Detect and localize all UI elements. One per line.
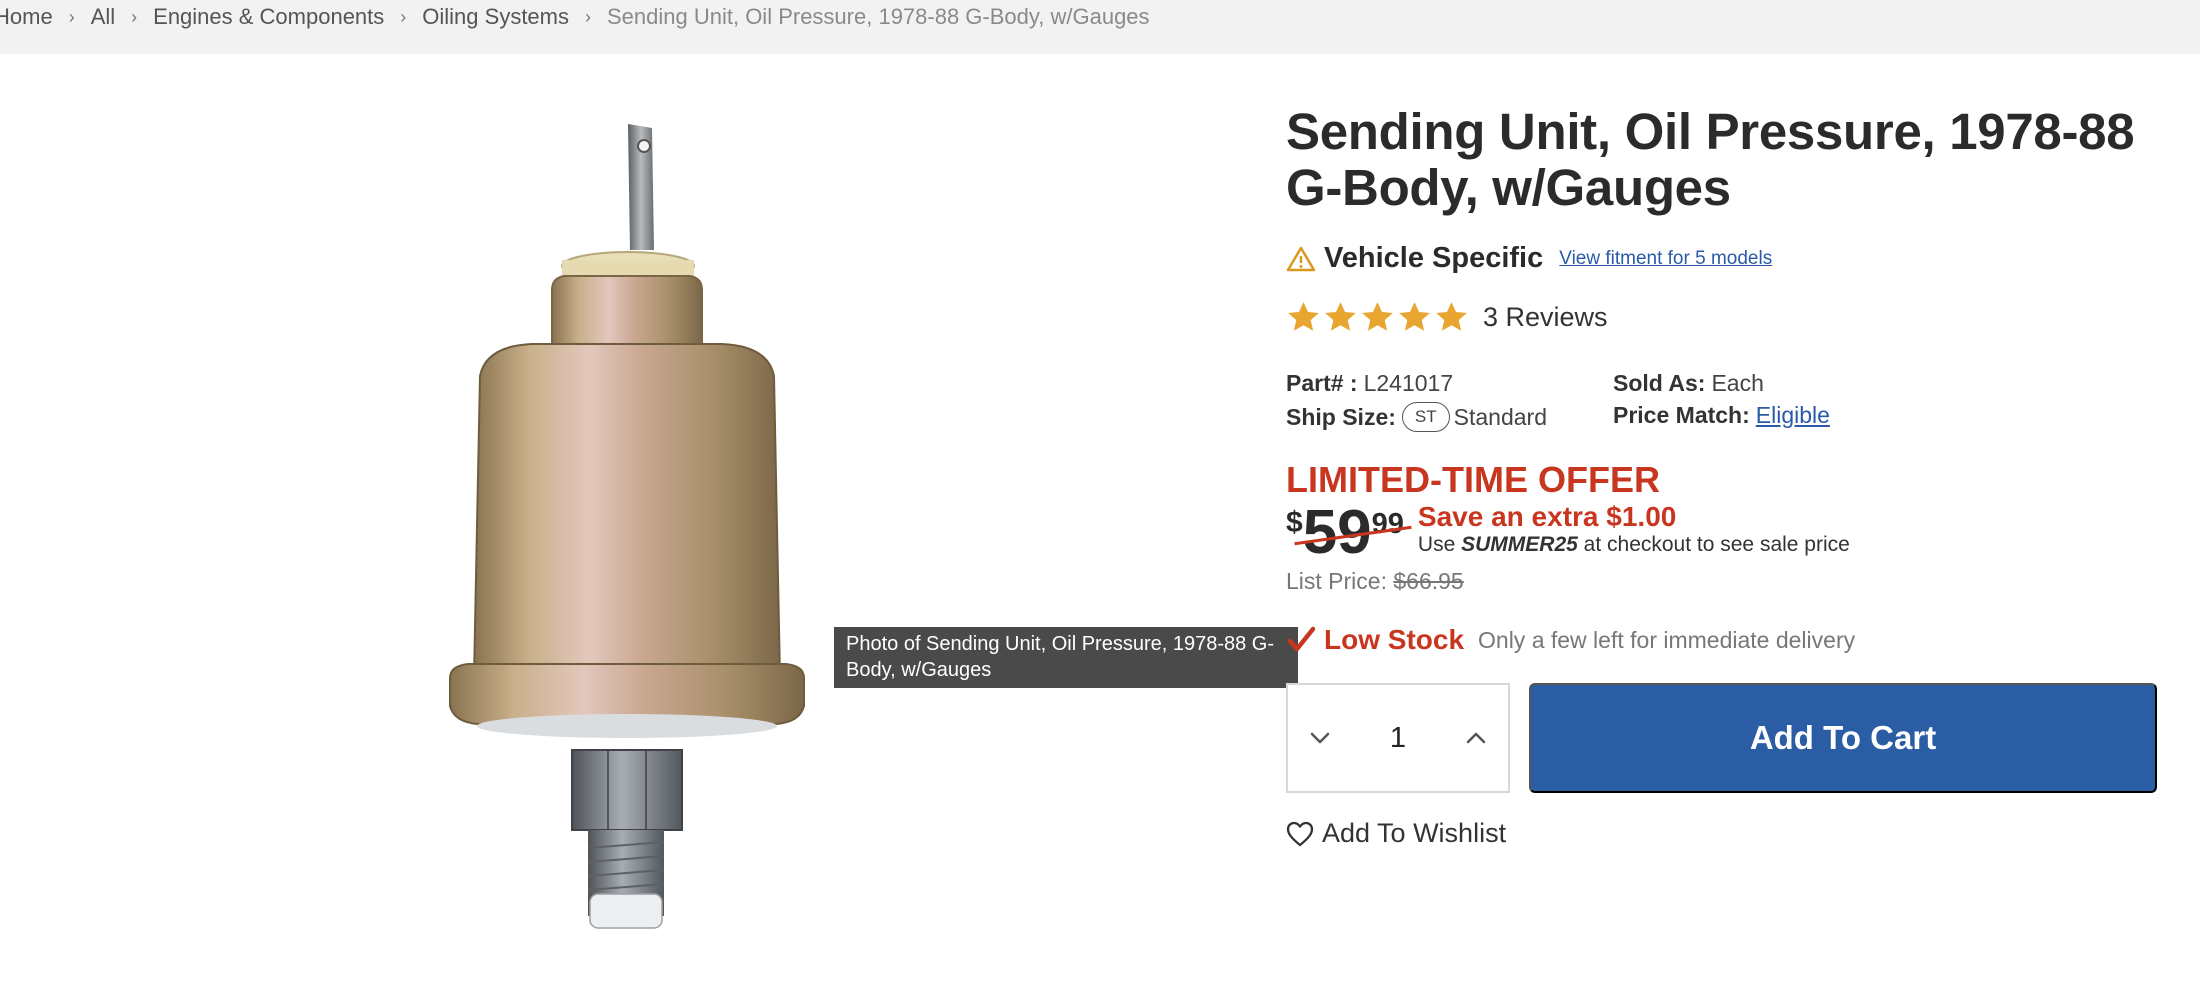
price-cents: 99 — [1371, 508, 1404, 540]
checkmark-icon — [1287, 626, 1316, 652]
star-rating — [1286, 300, 1469, 334]
sold-as-label: Sold As: — [1613, 370, 1706, 396]
low-stock-label: Low Stock — [1324, 624, 1465, 655]
promo-block: Save an extra $1.00 Use SUMMER25 at chec… — [1418, 502, 1850, 558]
star-icon — [1399, 302, 1430, 331]
price-row: $ 59 99 Save an extra $1.00 Use SUMMER25… — [1286, 502, 1850, 564]
vehicle-specific-row: Vehicle Specific View fitment for 5 mode… — [1286, 242, 1772, 275]
star-icon — [1288, 302, 1319, 331]
star-icon — [1362, 302, 1393, 331]
breadcrumb-item-engines[interactable]: Engines & Components — [153, 4, 384, 30]
stock-note: Only a few left for immediate delivery — [1478, 626, 1856, 653]
breadcrumb-item-oiling[interactable]: Oiling Systems — [422, 4, 569, 30]
promo-suffix: at checkout to see sale price — [1583, 533, 1850, 556]
list-price-value: $66.95 — [1393, 568, 1464, 594]
chevron-up-icon[interactable] — [1462, 724, 1490, 752]
product-photo[interactable] — [420, 118, 840, 938]
reviews-link[interactable]: 3 Reviews — [1483, 302, 1608, 333]
price-match-label: Price Match: — [1613, 402, 1750, 428]
vehicle-specific-label: Vehicle Specific — [1324, 242, 1544, 274]
price-match: Price Match: Eligible — [1613, 402, 1830, 429]
view-fitment-link[interactable]: View fitment for 5 models — [1559, 248, 1772, 270]
breadcrumb-current: Sending Unit, Oil Pressure, 1978-88 G-Bo… — [607, 4, 1150, 29]
heart-icon — [1286, 821, 1314, 846]
rating-row[interactable]: 3 Reviews — [1286, 300, 1608, 334]
warning-icon — [1286, 246, 1316, 271]
breadcrumb: Home › All › Engines & Components › Oili… — [0, 4, 1150, 30]
part-number: Part# : L241017 — [1286, 370, 1453, 397]
limited-time-offer: LIMITED-TIME OFFER — [1286, 459, 1660, 500]
chevron-right-icon: › — [131, 6, 138, 27]
chevron-right-icon: › — [585, 6, 591, 27]
chevron-down-icon[interactable] — [1306, 724, 1334, 752]
stock-status: Low Stock Only a few left for immediate … — [1286, 624, 1855, 656]
page-title: Sending Unit, Oil Pressure, 1978-88 G-Bo… — [1286, 103, 2135, 216]
save-extra: Save an extra $1.00 — [1417, 501, 1677, 532]
breadcrumb-bar: Home › All › Engines & Components › Oili… — [0, 0, 2200, 54]
price: $ 59 99 — [1286, 502, 1412, 564]
promo-prefix: Use — [1417, 533, 1456, 556]
part-number-value: L241017 — [1363, 370, 1454, 396]
promo-text: Use SUMMER25 at checkout to see sale pri… — [1418, 532, 1850, 558]
quantity-value[interactable]: 1 — [1390, 722, 1406, 755]
price-match-link[interactable]: Eligible — [1756, 402, 1830, 429]
star-icon — [1436, 302, 1467, 331]
price-currency: $ — [1286, 506, 1303, 539]
add-to-cart-button[interactable]: Add To Cart — [1529, 683, 2157, 793]
chevron-right-icon: › — [400, 6, 407, 27]
sold-as-value: Each — [1711, 370, 1764, 396]
list-price-label: List Price: — [1286, 568, 1387, 594]
sold-as: Sold As: Each — [1613, 370, 1764, 397]
breadcrumb-item-home[interactable]: Home — [0, 4, 53, 30]
list-price: List Price: $66.95 — [1286, 568, 1464, 595]
promo-code: SUMMER25 — [1461, 533, 1578, 556]
star-icon — [1325, 302, 1356, 331]
quantity-stepper: 1 — [1286, 683, 1510, 793]
breadcrumb-item-all[interactable]: All — [91, 4, 115, 30]
ship-size: Ship Size: ST Standard — [1286, 402, 1547, 432]
ship-size-label: Ship Size: — [1286, 403, 1396, 430]
chevron-right-icon: › — [68, 6, 75, 27]
ship-size-value: Standard — [1453, 403, 1547, 430]
image-tooltip: Photo of Sending Unit, Oil Pressure, 197… — [834, 627, 1298, 688]
wishlist-label: Add To Wishlist — [1322, 818, 1507, 848]
part-number-label: Part# : — [1286, 370, 1358, 396]
ship-size-badge: ST — [1401, 402, 1450, 432]
add-to-wishlist-button[interactable]: Add To Wishlist — [1286, 818, 1506, 849]
